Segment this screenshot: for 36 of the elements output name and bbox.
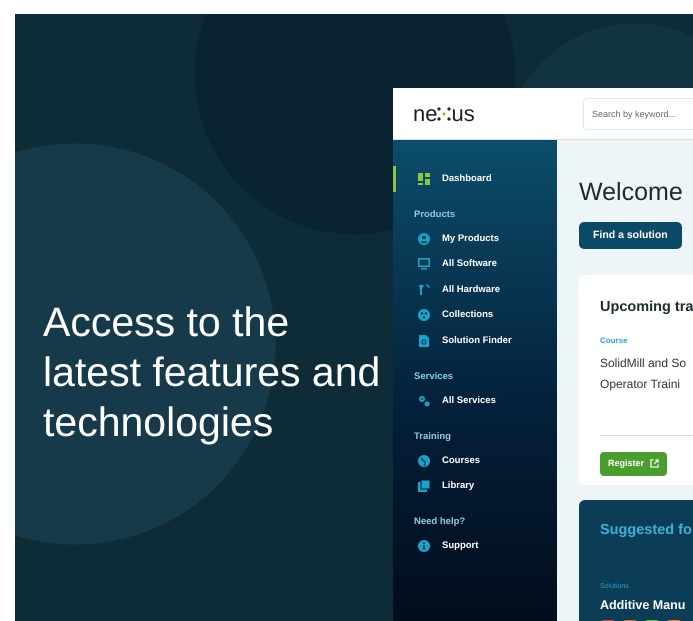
sidebar-item[interactable]: Courses xyxy=(393,448,557,474)
globe-icon xyxy=(418,454,430,467)
grid-icon xyxy=(418,172,430,185)
section-heading: Need help? xyxy=(413,515,466,530)
sidebar-item[interactable]: Solution Finder xyxy=(393,328,557,354)
person-icon xyxy=(418,232,430,245)
sidebar-item[interactable]: Library xyxy=(393,474,557,500)
dots-circle-icon xyxy=(418,309,430,322)
sidebar-item[interactable]: Support xyxy=(393,533,557,559)
sidebar-item[interactable]: My Products xyxy=(393,226,557,252)
find-solution-button[interactable]: Find a solution xyxy=(579,222,682,250)
course-title: SolidMill and So xyxy=(600,355,688,372)
solution-title: Additive Manu xyxy=(600,596,686,614)
page-title: Welcome xyxy=(579,177,684,208)
monitor-icon xyxy=(418,258,430,270)
logo-text: us xyxy=(451,102,475,124)
external-link-icon xyxy=(650,459,660,468)
sidebar-item[interactable]: All Software xyxy=(393,251,557,278)
category-label: Course xyxy=(600,335,629,347)
section-heading: Training xyxy=(413,430,452,444)
headline: Access to the latest features and technologies xyxy=(43,298,382,447)
sidebar-item[interactable]: Collections xyxy=(393,302,557,328)
dots-icon xyxy=(437,106,452,120)
sidebar-item[interactable]: All Hardware xyxy=(393,277,557,303)
gears-icon xyxy=(418,394,430,407)
course-title: Operator Traini xyxy=(600,376,682,393)
logo-text: ne xyxy=(413,102,438,124)
info-icon xyxy=(418,540,430,552)
section-heading: Services xyxy=(413,370,454,384)
antenna-icon xyxy=(418,284,430,296)
search-field[interactable]: Search by keyword... xyxy=(583,98,693,130)
document-search-icon xyxy=(418,335,430,348)
sidebar-item[interactable]: All Services xyxy=(393,388,557,414)
card-title: Suggested fo xyxy=(600,521,693,540)
section-heading: Products xyxy=(413,208,456,222)
pages-icon xyxy=(418,480,430,492)
